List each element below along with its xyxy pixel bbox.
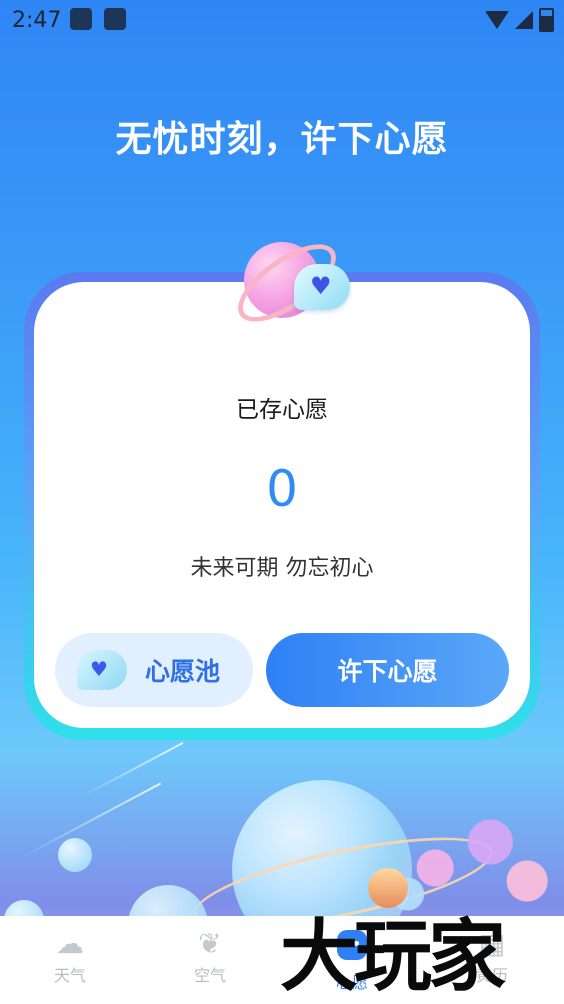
saved-wishes-label: 已存心愿 xyxy=(236,397,328,423)
nav-label: 天气 xyxy=(53,966,86,985)
watermark-logo: 大玩家 xyxy=(280,911,506,1002)
nav-item-weather[interactable]: ☁ 天气 xyxy=(30,926,110,986)
status-bar: 2:47 xyxy=(0,0,564,40)
notification-icon xyxy=(70,8,92,30)
nav-item-air[interactable]: ❦ 空气 xyxy=(170,926,250,986)
saved-wishes-count: 0 xyxy=(266,460,298,518)
page-title: 无忧时刻，许下心愿 xyxy=(115,119,449,160)
wifi-icon xyxy=(485,11,509,29)
battery-icon xyxy=(539,8,554,32)
heart-bubble-icon: ♥ xyxy=(294,264,350,310)
wish-card: 已存心愿 0 未来可期 勿忘初心 ♥ 心愿池 许下心愿 xyxy=(34,282,530,728)
make-wish-button[interactable]: 许下心愿 xyxy=(266,633,509,707)
wish-pool-button[interactable]: ♥ 心愿池 xyxy=(55,633,253,707)
notification-icon xyxy=(104,8,126,30)
nav-label: 空气 xyxy=(193,966,226,985)
signal-icon xyxy=(515,11,533,29)
motto-text: 未来可期 勿忘初心 xyxy=(190,556,374,581)
wish-pool-label: 心愿池 xyxy=(145,657,221,686)
heart-bubble-icon: ♥ xyxy=(77,650,127,690)
planet-icon: ♥ xyxy=(225,228,360,338)
leaf-icon: ❦ xyxy=(198,927,222,960)
cloud-icon: ☁ xyxy=(56,927,84,960)
status-time: 2:47 xyxy=(12,8,62,33)
flower-decoration xyxy=(380,790,564,920)
